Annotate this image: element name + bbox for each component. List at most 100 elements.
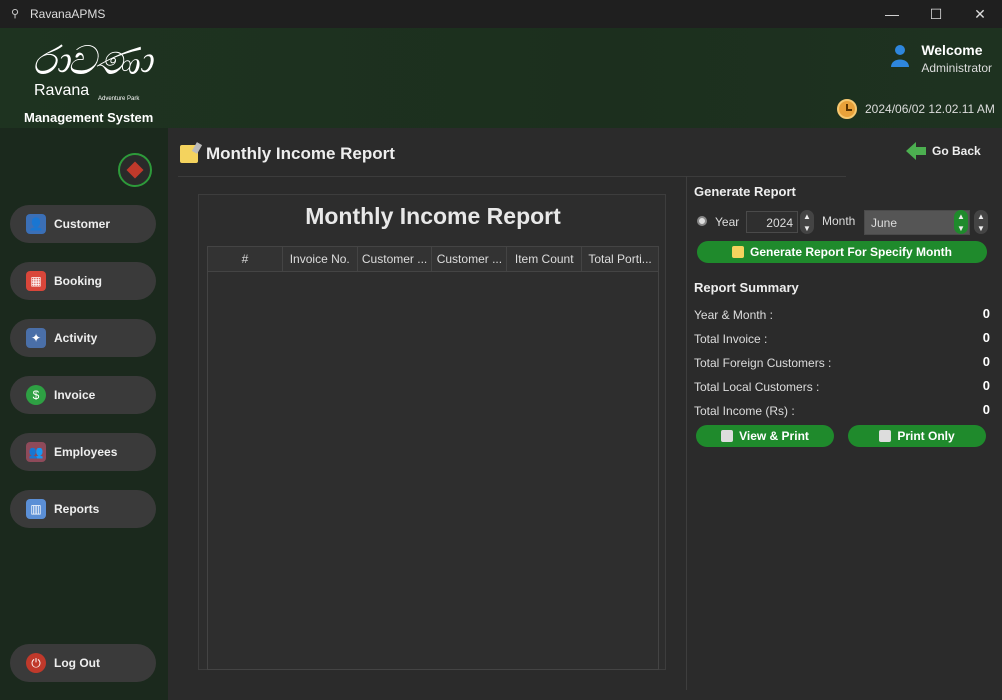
activity-icon: ✦ [26,328,46,348]
sidebar-item-label: Activity [54,331,98,345]
dollar-icon: $ [26,385,46,405]
summary-value: 0 [982,402,990,417]
summary-label: Total Foreign Customers : [694,356,832,370]
ravana-logo: රාවණා Ravana Adventure Park Management S… [22,38,172,125]
app-header: රාවණා Ravana Adventure Park Management S… [0,28,1002,128]
printer-icon [721,430,734,442]
month-spinner-2[interactable]: ▲ ▼ [974,210,988,234]
pin-button[interactable] [118,153,152,187]
generate-report-button[interactable]: Generate Report For Specify Month [697,241,987,263]
clock-icon [837,99,857,119]
vertical-divider [686,176,687,690]
chevron-up-icon[interactable]: ▲ [957,212,965,221]
print-only-label: Print Only [897,429,955,443]
year-field[interactable]: 2024 [746,211,798,233]
sidebar-item-booking[interactable]: ▦ Booking [10,262,156,300]
chevron-down-icon[interactable]: ▼ [977,224,985,233]
column-header[interactable]: # [208,247,283,271]
report-table[interactable]: # Invoice No. Customer ... Customer ... … [207,246,659,670]
summary-row: Total Local Customers : 0 [694,378,990,396]
generate-heading: Generate Report [694,184,796,199]
column-header[interactable]: Invoice No. [283,247,358,271]
generate-panel: Generate Report Year 2024 ▲ ▼ Month June … [694,184,990,447]
sidebar-item-reports[interactable]: ▥ Reports [10,490,156,528]
logo-subtitle: Adventure Park [98,96,140,102]
summary-label: Total Local Customers : [694,380,820,394]
chart-icon: ▥ [26,499,46,519]
logout-button[interactable]: ⏻ Log Out [10,644,156,682]
welcome-block: Welcome Administrator [921,42,992,75]
year-label: Year [715,215,740,229]
view-print-button[interactable]: View & Print [696,425,834,447]
chevron-down-icon[interactable]: ▼ [957,224,965,233]
sidebar-item-label: Invoice [54,388,96,402]
sidebar-item-customer[interactable]: 👤 Customer [10,205,156,243]
page-title-text: Monthly Income Report [206,144,395,163]
printer-icon [879,430,892,442]
sidebar-item-label: Reports [54,502,100,516]
sidebar: 👤 Customer ▦ Booking ✦ Activity $ Invoic… [0,128,168,700]
divider [178,176,846,177]
column-header[interactable]: Total Porti... [582,247,658,271]
summary-value: 0 [982,306,990,321]
print-only-button[interactable]: Print Only [848,425,986,447]
main-content: Monthly Income Report Go Back Monthly In… [168,128,1002,700]
go-back-label: Go Back [932,144,981,158]
sidebar-item-activity[interactable]: ✦ Activity [10,319,156,357]
logo-sinhala-text: රාවණා [32,38,152,84]
column-header[interactable]: Customer ... [358,247,433,271]
sidebar-item-label: Customer [54,217,111,231]
view-print-label: View & Print [739,429,809,443]
month-spinner[interactable]: ▲ ▼ [954,210,968,234]
summary-row: Total Foreign Customers : 0 [694,354,990,372]
year-radio[interactable] [697,216,707,226]
go-back-button[interactable]: Go Back [906,142,981,160]
user-role: Administrator [921,61,992,75]
logo-ravana-text: Ravana [34,82,90,99]
maximize-button[interactable]: ☐ [914,0,958,28]
user-icon [891,45,909,67]
year-spinner[interactable]: ▲ ▼ [800,210,814,234]
back-arrow-shaft [916,147,926,155]
welcome-text: Welcome [921,42,983,58]
chevron-up-icon[interactable]: ▲ [803,212,811,221]
employees-icon: 👥 [26,442,46,462]
sidebar-item-label: Booking [54,274,102,288]
month-label: Month [822,214,856,228]
summary-row: Total Income (Rs) : 0 [694,402,990,420]
sidebar-item-label: Employees [54,445,118,459]
column-header[interactable]: Item Count [507,247,583,271]
pin-icon [126,161,144,179]
chevron-down-icon[interactable]: ▼ [803,224,811,233]
report-panel: Monthly Income Report # Invoice No. Cust… [198,194,666,670]
column-header[interactable]: Customer ... [432,247,508,271]
period-selector: Year 2024 ▲ ▼ Month June ▲ ▼ ▲ ▼ [694,210,990,235]
note-icon [180,145,198,163]
back-arrow-icon [906,142,916,160]
close-button[interactable]: ✕ [958,0,1002,28]
generate-report-label: Generate Report For Specify Month [749,245,953,259]
customer-icon: 👤 [26,214,46,234]
summary-label: Year & Month : [694,308,773,322]
summary-row: Year & Month : 0 [694,306,990,324]
app-icon: ⚲ [10,8,20,20]
logout-label: Log Out [54,656,100,670]
calendar-icon: ▦ [26,271,46,291]
note-icon [731,246,744,258]
sidebar-item-employees[interactable]: 👥 Employees [10,433,156,471]
page-title: Monthly Income Report [180,144,395,164]
logo-system-name: Management System [24,110,154,125]
chevron-up-icon[interactable]: ▲ [977,212,985,221]
power-icon: ⏻ [26,653,46,673]
summary-value: 0 [982,378,990,393]
report-title: Monthly Income Report [305,203,561,229]
sidebar-item-invoice[interactable]: $ Invoice [10,376,156,414]
minimize-button[interactable]: — [870,0,914,28]
summary-heading: Report Summary [694,280,799,295]
summary-value: 0 [982,354,990,369]
summary-value: 0 [982,330,990,345]
summary-row: Total Invoice : 0 [694,330,990,348]
table-header: # Invoice No. Customer ... Customer ... … [208,247,658,272]
window-title: RavanaAPMS [30,7,106,21]
summary-label: Total Income (Rs) : [694,404,795,418]
